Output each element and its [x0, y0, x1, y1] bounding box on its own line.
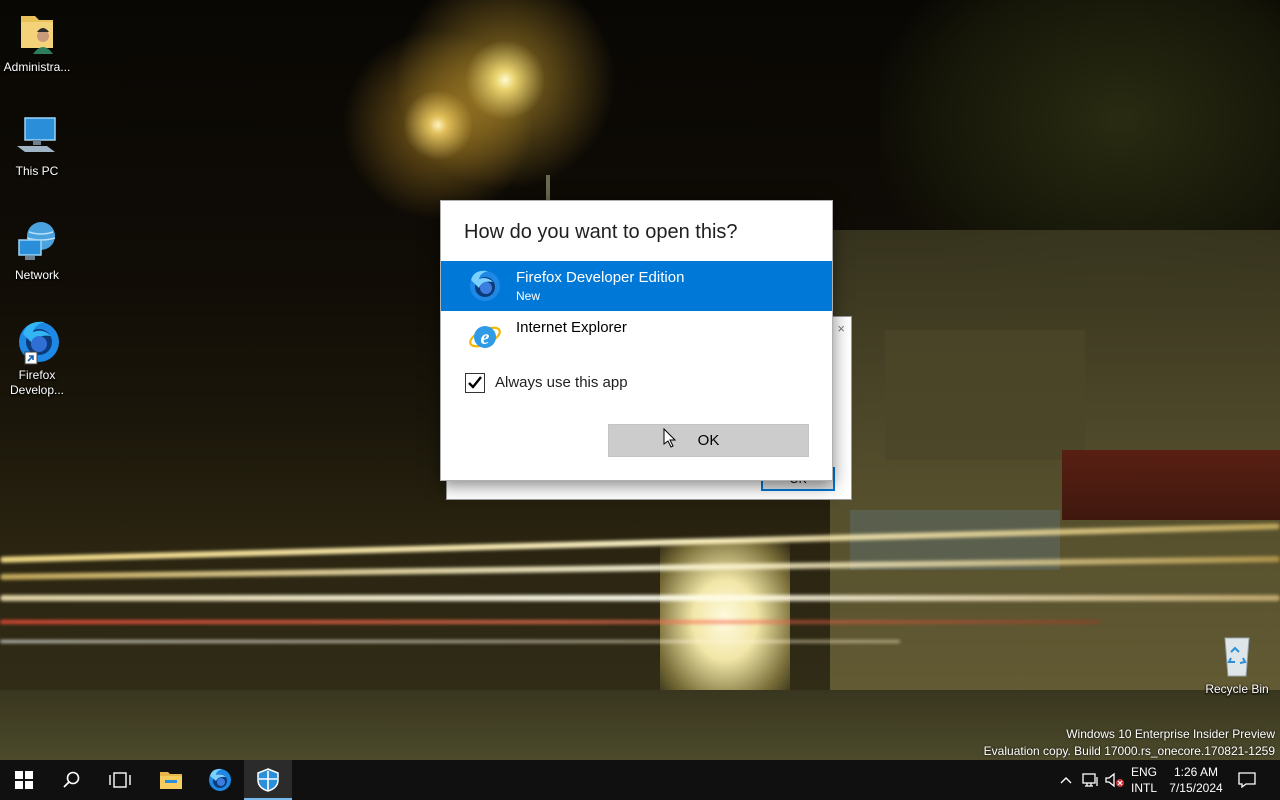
search-icon — [63, 771, 80, 788]
desktop-icon-label: Recycle Bin — [1205, 682, 1269, 696]
file-explorer-icon — [160, 772, 182, 789]
start-button[interactable] — [0, 760, 48, 800]
language-code: ENG — [1130, 765, 1157, 779]
close-icon[interactable]: × — [837, 321, 845, 336]
desktop-icon-recycle-bin[interactable]: Recycle Bin — [1200, 632, 1274, 697]
keyboard-layout: INTL — [1130, 781, 1157, 795]
always-use-checkbox[interactable] — [465, 373, 485, 393]
desktop-icon-administrator[interactable]: Administra... — [0, 10, 74, 75]
desktop-icon-label: Network — [14, 268, 59, 282]
app-option-internet-explorer[interactable]: e Internet Explorer — [441, 311, 832, 361]
firefox-developer-icon — [467, 268, 503, 304]
mouse-pointer-icon — [663, 427, 677, 448]
volume-tray-button[interactable] — [1104, 760, 1126, 800]
clock-date: 7/15/2024 — [1169, 781, 1223, 795]
taskbar-clock[interactable]: 1:26 AM 7/15/2024 — [1164, 764, 1228, 796]
desktop-icon-label: This PC — [15, 164, 59, 178]
taskbar: ENG INTL 1:26 AM 7/15/2024 — [0, 760, 1280, 800]
network-globe-icon — [13, 218, 61, 266]
desktop-icon-network[interactable]: Network — [0, 218, 74, 283]
watermark-edition: Windows 10 Enterprise Insider Preview — [1066, 727, 1275, 741]
show-hidden-icons-button[interactable] — [1056, 760, 1076, 800]
action-center-button[interactable] — [1232, 760, 1262, 800]
internet-explorer-icon: e — [467, 318, 503, 354]
desktop-icon-this-pc[interactable]: This PC — [0, 114, 74, 179]
app-name: Firefox Developer Edition — [516, 269, 685, 286]
volume-muted-icon — [1105, 772, 1124, 788]
network-wired-icon — [1082, 773, 1098, 787]
desktop-icon-label: Firefox Develop... — [9, 368, 65, 397]
ok-button[interactable]: OK — [608, 424, 809, 457]
app-option-firefox-developer[interactable]: Firefox Developer Edition New — [441, 261, 832, 311]
recycle-bin-icon — [1213, 632, 1261, 680]
computer-icon — [13, 114, 61, 162]
open-with-dialog: How do you want to open this? Firefox De… — [440, 200, 833, 481]
firefox-developer-shortcut-icon — [13, 318, 61, 366]
app-subtitle: New — [516, 289, 541, 303]
taskbar-file-explorer[interactable] — [147, 760, 195, 800]
windows-start-icon — [15, 771, 33, 789]
shield-app-icon — [257, 768, 279, 792]
input-language-indicator[interactable]: ENG INTL — [1128, 764, 1160, 796]
firefox-developer-icon — [209, 768, 231, 791]
always-use-label: Always use this app — [495, 374, 628, 391]
task-view-button[interactable] — [96, 760, 144, 800]
dialog-title: How do you want to open this? — [464, 221, 738, 243]
checkmark-icon — [468, 376, 482, 389]
taskbar-firefox-developer[interactable] — [196, 760, 244, 800]
network-tray-button[interactable] — [1080, 760, 1102, 800]
user-folder-icon — [13, 10, 61, 58]
task-view-icon — [109, 772, 131, 788]
svg-text:e: e — [481, 327, 490, 349]
desktop-icon-label: Administra... — [3, 60, 71, 74]
app-name: Internet Explorer — [516, 319, 627, 336]
desktop-icon-firefox-developer[interactable]: Firefox Develop... — [0, 318, 74, 398]
taskbar-shield-app[interactable] — [244, 760, 292, 800]
chevron-up-icon — [1060, 777, 1072, 784]
notification-icon — [1238, 772, 1256, 788]
watermark-build: Evaluation copy. Build 17000.rs_onecore.… — [983, 744, 1275, 758]
clock-time: 1:26 AM — [1173, 765, 1219, 779]
build-watermark: Windows 10 Enterprise Insider Preview Ev… — [984, 726, 1275, 760]
search-button[interactable] — [48, 760, 96, 800]
